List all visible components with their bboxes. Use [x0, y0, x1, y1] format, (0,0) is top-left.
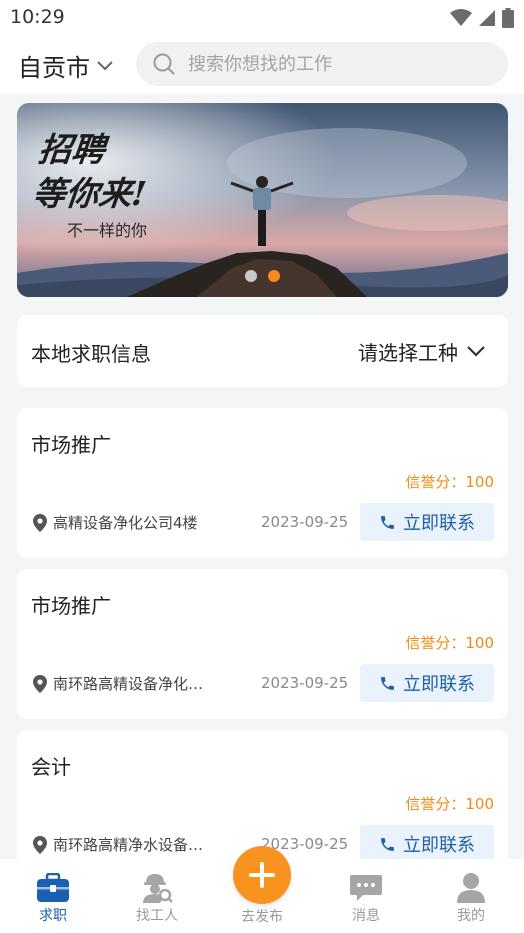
credit-score: 信誉分：100 [405, 634, 494, 652]
chat-icon [350, 875, 382, 901]
search-input[interactable] [188, 53, 488, 75]
job-type-picker[interactable]: 请选择工种 [358, 337, 486, 366]
tab-job-seeking[interactable]: 求职 [18, 867, 88, 925]
status-icons [450, 8, 514, 28]
section-title: 本地求职信息 [31, 342, 151, 366]
job-location-text: 高精设备净化公司4楼 [53, 514, 198, 532]
job-location-text: 南环路高精净水设备… [53, 836, 204, 854]
chevron-down-icon [467, 346, 485, 357]
signal-icon [479, 10, 495, 26]
banner-carousel[interactable]: 招聘 等你来! 不一样的你 [17, 103, 508, 297]
status-time: 10:29 [10, 6, 65, 28]
carousel-dot-1[interactable] [245, 270, 257, 282]
job-location: 南环路高精净水设备… [33, 834, 203, 855]
phone-icon [381, 515, 394, 529]
city-label: 自贡市 [18, 54, 90, 82]
contact-now-label: 立即联系 [403, 513, 475, 533]
banner-slogan-line1: 招聘 [36, 130, 107, 169]
status-bar: 10:29 [0, 0, 524, 36]
job-date: 2023-09-25 [261, 674, 349, 692]
job-location: 高精设备净化公司4楼 [33, 512, 198, 533]
publish-label[interactable]: 去发布 [222, 906, 302, 926]
job-location: 南环路高精设备净化… [33, 673, 203, 694]
credit-score: 信誉分：100 [405, 795, 494, 813]
search-icon [153, 53, 175, 75]
job-location-text: 南环路高精设备净化… [53, 675, 204, 693]
job-title: 市场推广 [31, 433, 111, 457]
carousel-dot-2[interactable] [268, 270, 280, 282]
tab-messages[interactable]: 消息 [331, 867, 401, 925]
phone-icon [381, 676, 394, 690]
tab-profile[interactable]: 我的 [436, 867, 506, 925]
publish-button[interactable] [233, 846, 291, 904]
plus-icon [249, 862, 275, 888]
location-pin-icon [33, 835, 47, 854]
briefcase-icon [37, 873, 69, 902]
job-card[interactable]: 市场推广 信誉分：100 高精设备净化公司4楼 2023-09-25 立即联系 [17, 408, 508, 558]
battery-icon [502, 8, 514, 28]
location-pin-icon [33, 513, 47, 532]
job-filter-bar: 本地求职信息 请选择工种 [17, 315, 508, 387]
phone-icon [381, 837, 394, 851]
tab-label: 找工人 [136, 908, 178, 924]
tab-label: 我的 [457, 908, 485, 924]
chevron-down-icon [97, 60, 113, 70]
job-title: 市场推广 [31, 594, 111, 618]
banner-slogan-line2: 等你来! [30, 174, 149, 213]
city-selector[interactable]: 自贡市 [18, 48, 114, 83]
contact-now-label: 立即联系 [403, 674, 475, 694]
worker-search-icon [143, 874, 173, 903]
job-title: 会计 [31, 755, 71, 779]
search-bar[interactable] [136, 42, 508, 86]
location-pin-icon [33, 674, 47, 693]
user-icon [457, 873, 485, 903]
carousel-indicator [245, 270, 280, 282]
job-card[interactable]: 市场推广 信誉分：100 南环路高精设备净化… 2023-09-25 立即联系 [17, 569, 508, 719]
contact-now-button[interactable]: 立即联系 [360, 664, 494, 702]
contact-now-button[interactable]: 立即联系 [360, 503, 494, 541]
contact-now-label: 立即联系 [403, 835, 475, 855]
banner-slogan: 招聘 等你来! 不一样的你 [31, 123, 149, 241]
tab-label: 求职 [39, 908, 67, 924]
banner-slogan-line3: 不一样的你 [67, 221, 148, 240]
top-bar: 自贡市 [0, 36, 524, 94]
tab-find-workers[interactable]: 找工人 [122, 867, 192, 925]
wifi-icon [450, 9, 472, 26]
job-type-picker-label: 请选择工种 [358, 341, 458, 365]
tab-label: 消息 [352, 908, 380, 924]
credit-score: 信誉分：100 [405, 473, 494, 491]
contact-now-button[interactable]: 立即联系 [360, 825, 494, 863]
job-date: 2023-09-25 [261, 513, 349, 531]
